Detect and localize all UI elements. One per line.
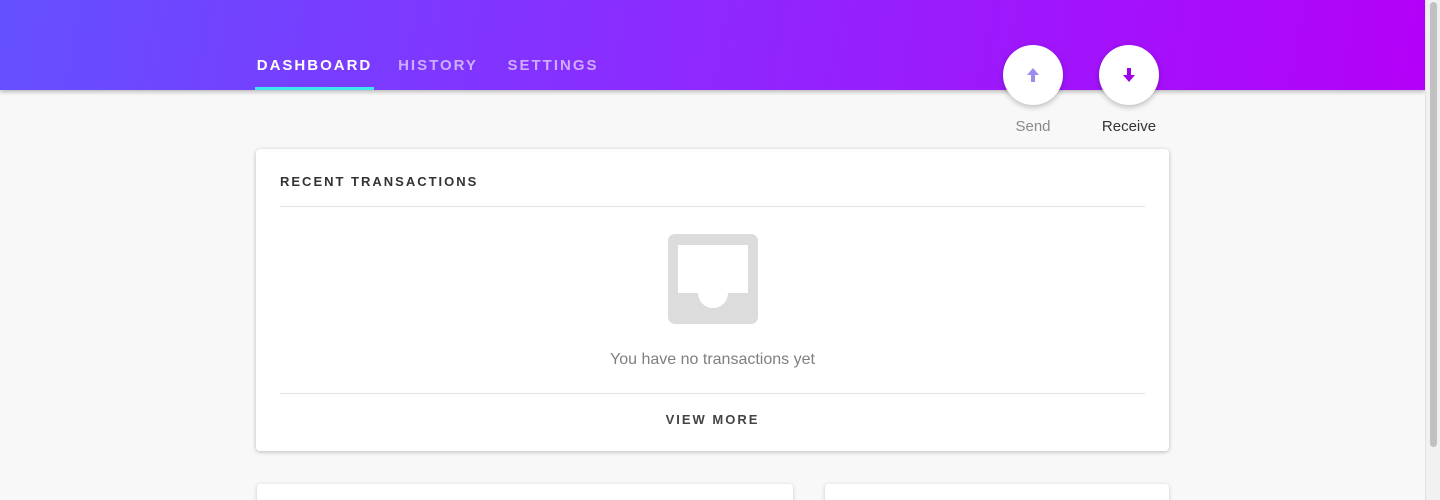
- send-button[interactable]: [1003, 45, 1063, 105]
- receive-label: Receive: [1101, 118, 1157, 135]
- divider: [280, 206, 1145, 207]
- receive-button[interactable]: [1099, 45, 1159, 105]
- send-label: Send: [1015, 118, 1051, 135]
- view-more-button[interactable]: VIEW MORE: [256, 412, 1169, 427]
- arrow-up-icon: [1027, 68, 1039, 82]
- tab-history[interactable]: HISTORY: [380, 0, 496, 90]
- inbox-tray-icon: [668, 234, 758, 324]
- nav-tabs: DASHBOARD HISTORY SETTINGS: [255, 0, 608, 90]
- page-scrollbar[interactable]: [1425, 0, 1440, 500]
- recent-transactions-card: RECENT TRANSACTIONS You have no transact…: [256, 149, 1169, 451]
- tab-dashboard[interactable]: DASHBOARD: [255, 0, 374, 90]
- tab-settings[interactable]: SETTINGS: [498, 0, 608, 90]
- empty-state-message: You have no transactions yet: [610, 351, 815, 368]
- divider: [280, 393, 1145, 394]
- send-action: Send: [1003, 45, 1063, 135]
- app-header: DASHBOARD HISTORY SETTINGS: [0, 0, 1425, 90]
- secondary-card-right: [825, 484, 1169, 500]
- card-title: RECENT TRANSACTIONS: [280, 174, 479, 189]
- tab-history-label: HISTORY: [398, 57, 478, 74]
- receive-action: Receive: [1099, 45, 1159, 135]
- tab-dashboard-label: DASHBOARD: [256, 57, 373, 74]
- arrow-down-icon: [1123, 68, 1135, 82]
- scrollbar-thumb[interactable]: [1430, 2, 1437, 447]
- secondary-card-left: [257, 484, 793, 500]
- tab-settings-label: SETTINGS: [507, 57, 599, 74]
